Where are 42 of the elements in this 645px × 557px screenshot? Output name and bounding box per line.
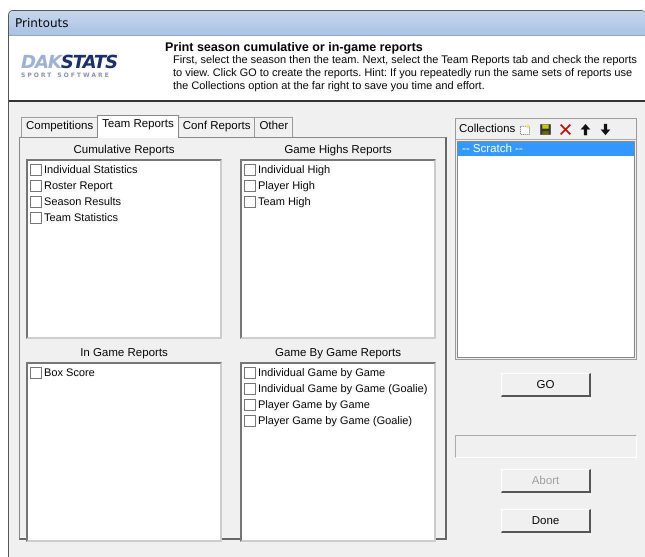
new-collection-icon[interactable] [519, 122, 532, 136]
checkbox[interactable] [244, 180, 256, 192]
checkbox-label[interactable]: Roster Report [44, 180, 112, 192]
checkbox[interactable] [30, 164, 42, 176]
go-button[interactable]: GO [501, 373, 591, 397]
header-heading: Print season cumulative or in-game reports [165, 40, 424, 54]
checkbox-label[interactable]: Individual Game by Game (Goalie) [258, 383, 428, 395]
checkbox[interactable] [30, 180, 42, 192]
checkbox[interactable] [244, 164, 256, 176]
down-arrow-icon[interactable] [599, 122, 612, 136]
tab[interactable]: Competitions [21, 117, 98, 137]
checkbox[interactable] [244, 196, 256, 208]
delete-icon[interactable] [559, 122, 572, 136]
checkbox-label[interactable]: Individual High [258, 164, 330, 176]
checkbox-label[interactable]: Team High [258, 196, 311, 208]
checkbox[interactable] [30, 367, 42, 379]
checkbox-label[interactable]: Individual Game by Game [258, 367, 386, 379]
checkbox[interactable] [244, 367, 256, 379]
collections-label: Collections [459, 123, 516, 135]
save-icon[interactable] [539, 122, 552, 136]
checkbox-label[interactable]: Player High [258, 180, 315, 192]
tab[interactable]: Team Reports [97, 115, 179, 138]
checkbox-label[interactable]: Player Game by Game (Goalie) [258, 415, 412, 427]
window-title: Printouts [15, 16, 69, 30]
done-button[interactable]: Done [501, 509, 591, 533]
checkbox-label[interactable]: Season Results [44, 196, 122, 208]
checkbox-label[interactable]: Team Statistics [44, 212, 118, 224]
checkbox-label[interactable]: Individual Statistics [44, 164, 138, 176]
up-arrow-icon[interactable] [579, 122, 592, 136]
header-instructions: First, select the season then the team. Next, select the Team Reports tab and check the reports to view. Click GO to create the reports. Hint: If you repeatedly run the same sets of reports use the Collections option at the far right to save you time and effort. [172, 54, 638, 93]
checkbox-label[interactable]: Player Game by Game [258, 399, 370, 411]
group-title: In Game Reports [79, 347, 169, 361]
group-title: Cumulative Reports [72, 144, 176, 158]
checkbox[interactable] [30, 196, 42, 208]
group-title: Game By Game Reports [274, 347, 402, 361]
checkbox[interactable] [244, 415, 256, 427]
checkbox[interactable] [244, 399, 256, 411]
tab[interactable]: Other [254, 117, 294, 137]
checkbox[interactable] [244, 383, 256, 395]
checkbox[interactable] [30, 212, 42, 224]
group-title: Game Highs Reports [283, 144, 393, 158]
checkbox-label[interactable]: Box Score [44, 367, 95, 379]
